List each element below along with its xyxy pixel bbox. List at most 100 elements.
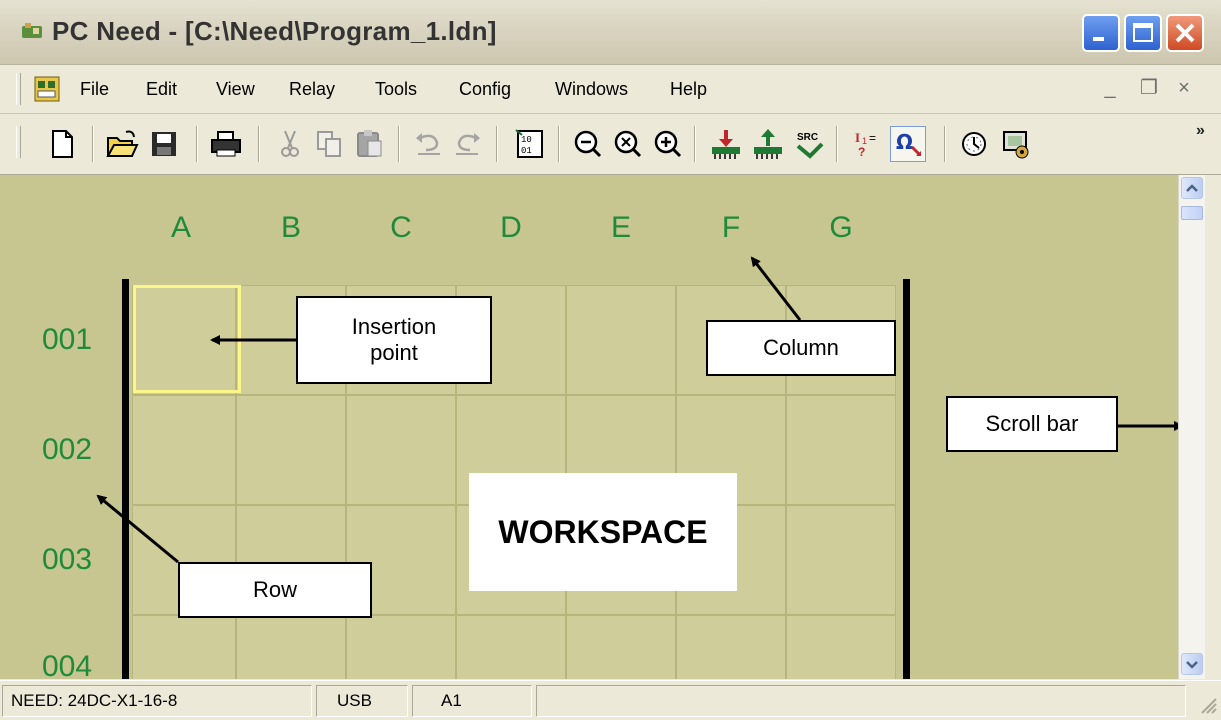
row-header-003: 003 <box>42 543 93 576</box>
grid-cell-b2[interactable] <box>236 395 346 505</box>
row-header-004: 004 <box>42 650 93 679</box>
svg-text:?: ? <box>858 145 865 159</box>
undo-icon[interactable] <box>410 126 446 162</box>
toolbar-separator <box>92 126 94 162</box>
insertion-point-cursor[interactable] <box>133 285 241 393</box>
binary-table-icon[interactable]: 10 01 <box>512 126 548 162</box>
close-button[interactable] <box>1166 14 1204 52</box>
menu-help[interactable]: Help <box>670 79 707 100</box>
toolbar-separator <box>258 126 260 162</box>
print-icon[interactable] <box>208 126 244 162</box>
grid-cell-g2[interactable] <box>786 395 896 505</box>
status-bar: NEED: 24DC-X1-16-8 USB A1 <box>0 680 1221 720</box>
callout-insertion-point-line1: Insertion <box>351 313 437 339</box>
chevron-up-icon <box>1186 184 1198 192</box>
column-header-d: D <box>500 211 522 244</box>
column-header-b: B <box>280 211 301 244</box>
document-icon[interactable] <box>34 76 60 102</box>
chevron-down-icon <box>1186 661 1198 669</box>
resize-grip-icon[interactable] <box>1196 693 1218 715</box>
title-bar[interactable]: PC Need - [C:\Need\Program_1.ldn] <box>0 0 1221 65</box>
mdi-minimize-button[interactable]: _ <box>1098 75 1122 101</box>
svg-text:=: = <box>869 131 876 145</box>
grid-cell-g4[interactable] <box>786 615 896 679</box>
column-header-c: C <box>390 211 412 244</box>
column-header-f: F <box>721 211 741 244</box>
menu-tools[interactable]: Tools <box>375 79 417 100</box>
grid-cell-c2[interactable] <box>346 395 456 505</box>
zoom-out-icon[interactable] <box>570 126 606 162</box>
menu-grip <box>16 73 21 105</box>
app-logo-icon <box>22 23 42 38</box>
toolbar-overflow-button[interactable]: » <box>1196 122 1205 140</box>
source-icon[interactable]: SRC <box>792 126 828 162</box>
settings-monitor-icon[interactable] <box>998 126 1034 162</box>
callout-insertion-point: Insertion point <box>296 296 492 384</box>
maximize-button[interactable] <box>1124 14 1162 52</box>
column-header-e: E <box>610 211 631 244</box>
grid-cell-b4[interactable] <box>236 615 346 679</box>
grid-cell-e4[interactable] <box>566 615 676 679</box>
paste-icon[interactable] <box>352 126 388 162</box>
menu-config[interactable]: Config <box>459 79 511 100</box>
redo-icon[interactable] <box>450 126 486 162</box>
toolbar-separator <box>196 126 198 162</box>
row-header-001: 001 <box>42 323 93 356</box>
grid-cell-g3[interactable] <box>786 505 896 615</box>
close-icon <box>1175 23 1195 43</box>
menu-view[interactable]: View <box>216 79 255 100</box>
svg-text:Ω: Ω <box>896 130 913 154</box>
callout-insertion-point-line2: point <box>370 340 418 365</box>
menu-edit[interactable]: Edit <box>146 79 177 100</box>
column-header-a: A <box>170 211 191 244</box>
menu-file[interactable]: File <box>80 79 109 100</box>
scroll-up-button[interactable] <box>1181 177 1203 199</box>
zoom-in-icon[interactable] <box>650 126 686 162</box>
save-disk-icon[interactable] <box>146 126 182 162</box>
svg-text:10: 10 <box>521 135 532 145</box>
column-header-g: G <box>829 211 853 244</box>
grid-cell-f4[interactable] <box>676 615 786 679</box>
cut-icon[interactable] <box>272 126 308 162</box>
callout-column: Column <box>706 320 896 376</box>
menu-windows[interactable]: Windows <box>555 79 628 100</box>
ohm-test-icon[interactable]: Ω <box>890 126 926 162</box>
maximize-icon <box>1133 23 1153 42</box>
open-folder-icon[interactable] <box>104 126 140 162</box>
zoom-reset-icon[interactable] <box>610 126 646 162</box>
scroll-down-button[interactable] <box>1181 653 1203 675</box>
toolbar-separator <box>558 126 560 162</box>
grid-cell-e1[interactable] <box>566 285 676 395</box>
grid-cell-d4[interactable] <box>456 615 566 679</box>
grid-cell-a2[interactable] <box>132 395 236 505</box>
status-device: NEED: 24DC-X1-16-8 <box>2 685 312 717</box>
scroll-thumb[interactable] <box>1181 206 1203 220</box>
status-connection: USB <box>316 685 408 717</box>
clock-icon[interactable] <box>956 126 992 162</box>
toolbar-separator <box>398 126 400 162</box>
window-title: PC Need - [C:\Need\Program_1.ldn] <box>52 16 497 46</box>
toolbar: 10 01 SRC I 1 =? Ω » <box>0 114 1221 175</box>
right-power-rail <box>903 279 910 679</box>
copy-icon[interactable] <box>312 126 348 162</box>
svg-text:01: 01 <box>521 146 532 156</box>
workspace-label: WORKSPACE <box>469 473 737 591</box>
vertical-scrollbar[interactable] <box>1178 175 1205 679</box>
upload-from-relay-icon[interactable] <box>750 126 786 162</box>
app-window: PC Need - [C:\Need\Program_1.ldn] File E… <box>0 0 1221 720</box>
mdi-restore-button[interactable]: ❐ <box>1137 75 1161 101</box>
toolbar-separator <box>944 126 946 162</box>
callout-row: Row <box>178 562 372 618</box>
input-status-icon[interactable]: I 1 =? <box>850 126 886 162</box>
grid-cell-a4[interactable] <box>132 615 236 679</box>
minimize-button[interactable] <box>1082 14 1120 52</box>
mdi-close-button[interactable]: × <box>1172 75 1196 101</box>
row-header-002: 002 <box>42 433 93 466</box>
toolbar-grip <box>16 126 21 158</box>
grid-cell-c4[interactable] <box>346 615 456 679</box>
download-to-relay-icon[interactable] <box>708 126 744 162</box>
new-file-icon[interactable] <box>44 126 80 162</box>
menu-relay[interactable]: Relay <box>289 79 335 100</box>
toolbar-separator <box>694 126 696 162</box>
toolbar-separator <box>836 126 838 162</box>
